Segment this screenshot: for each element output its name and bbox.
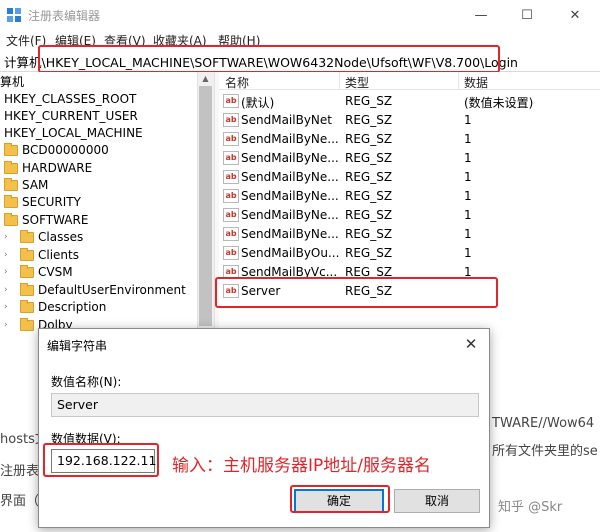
minimize-button[interactable]: — [458,0,504,30]
string-value-icon: ab [223,132,239,146]
maximize-icon: ☐ [521,7,533,23]
dialog-title: 编辑字符串 [47,339,108,353]
folder-icon [4,142,18,156]
tree-scroll-thumb[interactable] [199,86,212,326]
tree-item-hardware[interactable]: HARDWARE [4,159,92,177]
chevron-right-icon[interactable]: › [4,232,14,242]
folder-icon [4,177,18,191]
tree-item-clients[interactable]: › Clients [4,246,79,264]
string-value-icon: ab [223,151,239,165]
background-text: 注册表 [0,464,40,479]
value-row[interactable]: ab SendMailByNe... REG_SZ 1 [219,187,600,206]
column-name[interactable]: 名称 [225,74,249,91]
title-bar: 注册表编辑器 — ☐ ✕ [0,0,600,30]
annotation-text: 输入：主机服务器IP地址/服务器名 [172,456,431,476]
chevron-right-icon[interactable]: › [4,320,14,330]
tree-item-hkcu[interactable]: HKEY_CURRENT_USER [4,107,138,125]
tree-item-bcd[interactable]: BCD00000000 [4,141,109,159]
value-row[interactable]: ab SendMailByNe... REG_SZ 1 [219,168,600,187]
tree-item-hklm[interactable]: HKEY_LOCAL_MACHINE [4,124,143,142]
ok-button-highlight-box [290,485,390,513]
value-row[interactable]: ab SendMailByNe... REG_SZ 1 [219,149,600,168]
chevron-right-icon[interactable]: › [4,285,14,295]
chevron-right-icon[interactable]: › [4,267,14,277]
tree-item-defaultuserenvironment[interactable]: › DefaultUserEnvironment [4,281,186,299]
column-type[interactable]: 类型 [345,74,369,91]
string-value-icon: ab [223,246,239,260]
value-name-label: 数值名称(N): [51,375,122,389]
string-value-icon: ab [223,189,239,203]
tree-root[interactable]: 算机 [0,72,24,90]
data-input-highlight-box [43,443,159,477]
folder-icon [20,299,34,313]
column-divider[interactable] [458,72,459,90]
value-row[interactable]: ab SendMailByNe... REG_SZ 1 [219,225,600,244]
string-value-icon: ab [223,170,239,184]
string-value-icon: ab [223,94,239,108]
server-row-highlight-box [215,277,498,308]
chevron-right-icon[interactable]: › [4,302,14,312]
minimize-icon: — [474,7,488,23]
tree-item-hkcr[interactable]: HKEY_CLASSES_ROOT [4,90,136,108]
window-title: 注册表编辑器 [28,9,101,23]
regedit-app-icon [7,8,21,22]
string-value-icon: ab [223,227,239,241]
tree-item-security[interactable]: SECURITY [4,193,81,211]
value-row[interactable]: ab SendMailByNet REG_SZ 1 [219,111,600,130]
close-icon: ✕ [464,335,478,353]
scroll-up-icon[interactable]: ▲ [197,72,214,86]
close-icon: ✕ [569,7,581,23]
maximize-button[interactable]: ☐ [504,0,550,30]
watermark: 知乎 @Skr [498,500,563,515]
value-row[interactable]: ab SendMailByNe... REG_SZ 1 [219,206,600,225]
folder-icon [20,317,34,331]
value-row[interactable]: ab SendMailByNe... REG_SZ 1 [219,130,600,149]
column-header: 名称 类型 数据 [219,72,600,90]
tree-item-classes[interactable]: › Classes [4,228,83,246]
folder-icon [20,264,34,278]
string-value-icon: ab [223,208,239,222]
value-row[interactable]: ab (默认) REG_SZ (数值未设置) [219,92,600,111]
close-window-button[interactable]: ✕ [552,0,598,30]
edit-string-dialog: 编辑字符串 ✕ 数值名称(N): Server 数值数据(V): 192.168… [38,328,490,528]
folder-icon [20,247,34,261]
tree-item-cvsm[interactable]: › CVSM [4,263,73,281]
dialog-close-button[interactable]: ✕ [459,333,483,355]
tree-item-software[interactable]: SOFTWARE [4,211,88,229]
folder-icon [4,160,18,174]
background-text: 所有文件夹里的se [492,444,598,459]
tree-item-sam[interactable]: SAM [4,176,48,194]
folder-icon [20,229,34,243]
folder-icon [20,282,34,296]
address-highlight-box [38,45,500,73]
folder-icon [4,194,18,208]
value-name-field[interactable]: Server [51,393,479,417]
chevron-right-icon[interactable]: › [4,250,14,260]
string-value-icon: ab [223,113,239,127]
value-row[interactable]: ab SendMailByOu... REG_SZ 1 [219,244,600,263]
folder-open-icon [4,212,18,226]
background-text: TWARE//Wow64 [492,416,595,431]
column-divider[interactable] [339,72,340,90]
tree-item-description[interactable]: › Description [4,298,106,316]
column-data[interactable]: 数据 [464,74,488,91]
cancel-button[interactable]: 取消 [394,489,480,513]
